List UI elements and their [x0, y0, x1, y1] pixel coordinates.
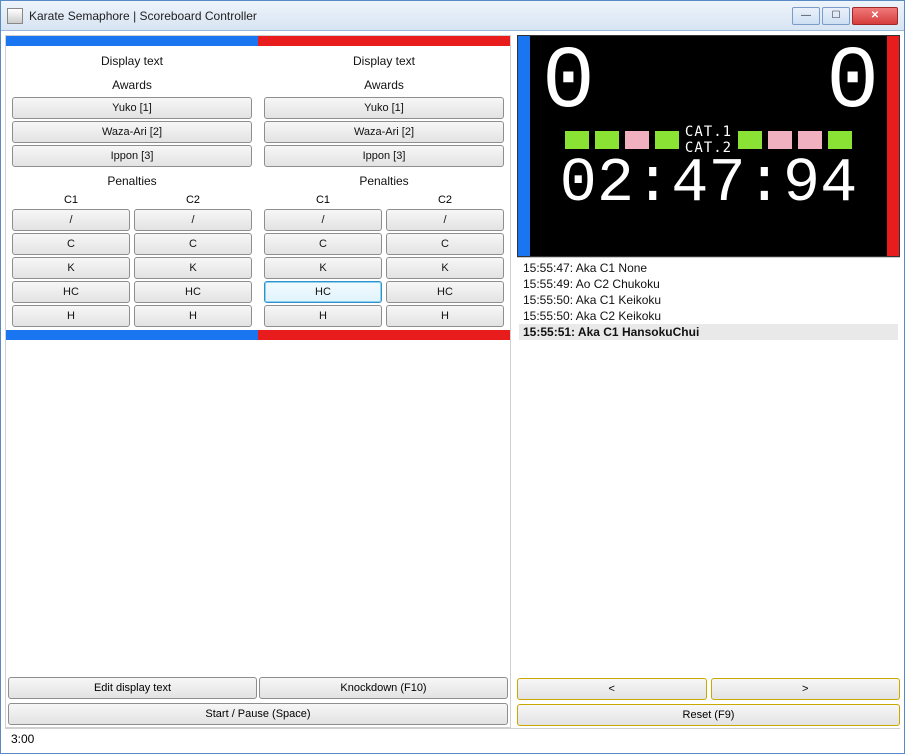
colorbar-bottom [6, 330, 510, 340]
light-icon [738, 131, 762, 149]
log-item[interactable]: 15:55:47: Aka C1 None [519, 260, 898, 276]
red-c2-h[interactable]: H [386, 305, 504, 327]
red-c1-k[interactable]: K [264, 257, 382, 279]
sides: Display text Awards Yuko [1] Waza-Ari [2… [6, 46, 510, 330]
left-bottom-row2: Start / Pause (Space) [6, 701, 510, 727]
prev-button[interactable]: < [517, 678, 707, 700]
blue-penalties-label: Penalties [10, 168, 254, 192]
blue-ippon-button[interactable]: Ippon [3] [12, 145, 252, 167]
blue-c1-slash[interactable]: / [12, 209, 130, 231]
left-bottom-row1: Edit display text Knockdown (F10) [6, 675, 510, 701]
blue-c1-hc[interactable]: HC [12, 281, 130, 303]
minimize-button[interactable]: — [792, 7, 820, 25]
red-side: Display text Awards Yuko [1] Waza-Ari [2… [258, 46, 510, 330]
window-buttons: — ☐ ✕ [792, 7, 898, 25]
red-c1-label: C1 [262, 192, 384, 208]
red-yuko-button[interactable]: Yuko [1] [264, 97, 504, 119]
blue-penalty-headers: C1 C2 [10, 192, 254, 208]
red-penalties-label: Penalties [262, 168, 506, 192]
red-c2-hc[interactable]: HC [386, 281, 504, 303]
knockdown-button[interactable]: Knockdown (F10) [259, 677, 508, 699]
right-bottom-row2: Reset (F9) [517, 702, 900, 728]
red-c1-h[interactable]: H [264, 305, 382, 327]
sb-red-stripe [887, 36, 899, 256]
blue-display-text-label: Display text [10, 48, 254, 72]
blue-c1-label: C1 [10, 192, 132, 208]
controller-pane: Display text Awards Yuko [1] Waza-Ari [2… [5, 35, 511, 728]
blue-stripe [6, 330, 258, 340]
light-icon [565, 131, 589, 149]
preview-pane: 0 0 CAT.1 CAT.2 [517, 35, 900, 728]
timer: 02:47:94 [518, 156, 899, 212]
client-area: Display text Awards Yuko [1] Waza-Ari [2… [1, 31, 904, 753]
light-icon [625, 131, 649, 149]
red-score: 0 [826, 40, 875, 128]
red-penalty-headers: C1 C2 [262, 192, 506, 208]
red-c1-c[interactable]: C [264, 233, 382, 255]
red-stripe [258, 36, 510, 46]
light-icon [828, 131, 852, 149]
close-button[interactable]: ✕ [852, 7, 898, 25]
log-item[interactable]: 15:55:51: Aka C1 HansokuChui [519, 324, 898, 340]
reset-button[interactable]: Reset (F9) [517, 704, 900, 726]
blue-side: Display text Awards Yuko [1] Waza-Ari [2… [6, 46, 258, 330]
scoreboard: 0 0 CAT.1 CAT.2 [517, 35, 900, 257]
blue-c1-h[interactable]: H [12, 305, 130, 327]
scores: 0 0 [518, 36, 899, 128]
titlebar: Karate Semaphore | Scoreboard Controller… [1, 1, 904, 31]
log-item[interactable]: 15:55:50: Aka C1 Keikoku [519, 292, 898, 308]
blue-score: 0 [542, 40, 591, 128]
sb-blue-stripe [518, 36, 530, 256]
upper-area: Display text Awards Yuko [1] Waza-Ari [2… [5, 35, 900, 728]
status-bar: 3:00 [5, 728, 900, 749]
colorbar-top [6, 36, 510, 46]
left-blank [6, 340, 510, 675]
light-icon [655, 131, 679, 149]
blue-yuko-button[interactable]: Yuko [1] [12, 97, 252, 119]
next-button[interactable]: > [711, 678, 901, 700]
blue-c2-h[interactable]: H [134, 305, 252, 327]
red-wazaari-button[interactable]: Waza-Ari [2] [264, 121, 504, 143]
red-display-text-label: Display text [262, 48, 506, 72]
blue-c1-k[interactable]: K [12, 257, 130, 279]
event-log[interactable]: 15:55:47: Aka C1 None 15:55:49: Ao C2 Ch… [517, 257, 900, 676]
red-c1-hc[interactable]: HC [264, 281, 382, 303]
blue-c2-label: C2 [132, 192, 254, 208]
red-c2-slash[interactable]: / [386, 209, 504, 231]
cat1-label: CAT.1 [685, 124, 732, 140]
blue-awards-label: Awards [10, 72, 254, 96]
light-icon [768, 131, 792, 149]
start-pause-button[interactable]: Start / Pause (Space) [8, 703, 508, 725]
blue-wazaari-button[interactable]: Waza-Ari [2] [12, 121, 252, 143]
light-icon [595, 131, 619, 149]
blue-c1-c[interactable]: C [12, 233, 130, 255]
red-awards-label: Awards [262, 72, 506, 96]
app-icon [7, 8, 23, 24]
red-ippon-button[interactable]: Ippon [3] [264, 145, 504, 167]
log-item[interactable]: 15:55:50: Aka C2 Keikoku [519, 308, 898, 324]
blue-c2-hc[interactable]: HC [134, 281, 252, 303]
edit-display-text-button[interactable]: Edit display text [8, 677, 257, 699]
blue-c2-c[interactable]: C [134, 233, 252, 255]
red-c2-k[interactable]: K [386, 257, 504, 279]
light-icon [798, 131, 822, 149]
blue-c2-k[interactable]: K [134, 257, 252, 279]
red-c2-c[interactable]: C [386, 233, 504, 255]
log-item[interactable]: 15:55:49: Ao C2 Chukoku [519, 276, 898, 292]
blue-stripe [6, 36, 258, 46]
blue-c2-slash[interactable]: / [134, 209, 252, 231]
red-c2-label: C2 [384, 192, 506, 208]
maximize-button[interactable]: ☐ [822, 7, 850, 25]
right-bottom-row1: < > [517, 676, 900, 702]
red-c1-slash[interactable]: / [264, 209, 382, 231]
window-title: Karate Semaphore | Scoreboard Controller [29, 9, 792, 23]
window: Karate Semaphore | Scoreboard Controller… [0, 0, 905, 754]
red-stripe [258, 330, 510, 340]
